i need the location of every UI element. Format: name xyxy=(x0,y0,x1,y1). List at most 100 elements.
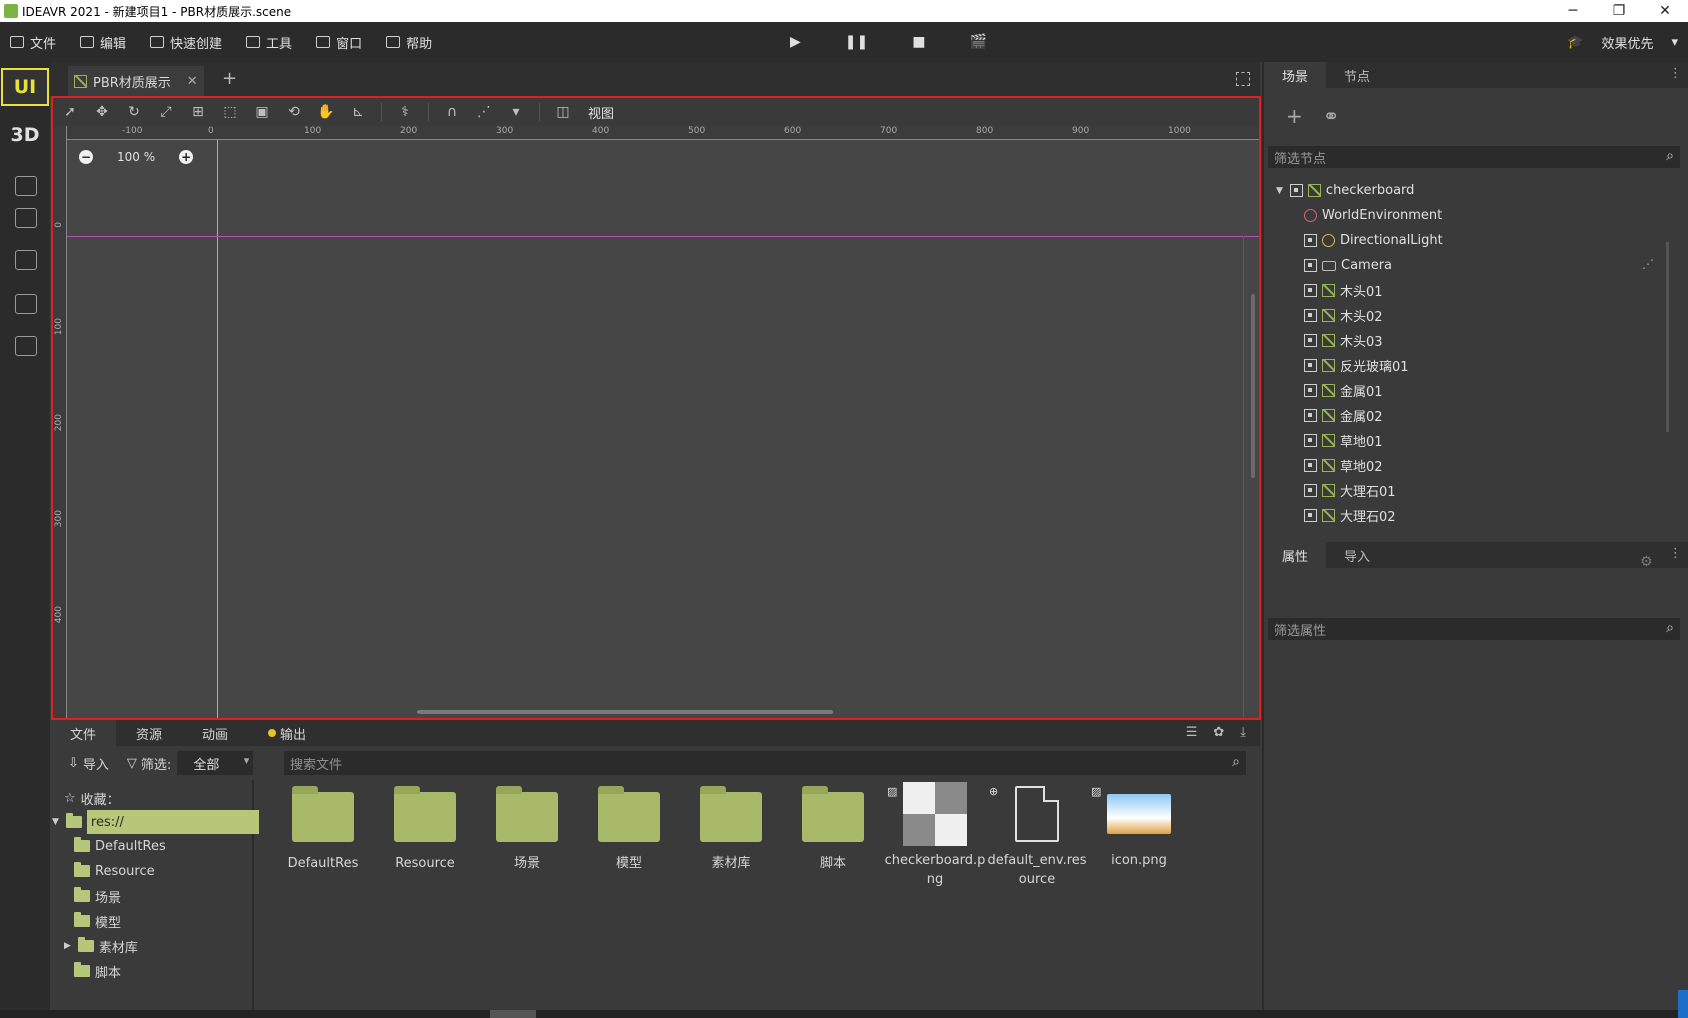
node-filter-input[interactable]: 筛选节点 ⌕ xyxy=(1268,146,1680,168)
visibility-toggle-icon[interactable] xyxy=(1304,409,1317,422)
list-view-icon[interactable]: ☰ xyxy=(1186,725,1198,740)
close-tab-icon[interactable]: ✕ xyxy=(187,74,198,89)
close-window-button[interactable]: ✕ xyxy=(1642,0,1688,22)
tab-output[interactable]: 输出 xyxy=(248,720,326,746)
graduation-cap-icon[interactable]: 🎓 xyxy=(1567,35,1583,50)
search-icon[interactable]: ⌕ xyxy=(1232,754,1240,770)
file-item-folder[interactable]: 场景 xyxy=(477,782,577,873)
file-search-input[interactable]: 搜索文件 ⌕ xyxy=(284,751,1246,775)
visibility-toggle-icon[interactable] xyxy=(1304,309,1317,322)
visibility-toggle-icon[interactable] xyxy=(1304,434,1317,447)
scene-node[interactable]: 金属01 xyxy=(1304,378,1383,403)
ui-mode-button[interactable]: UI xyxy=(1,68,49,106)
tab-import[interactable]: 导入 xyxy=(1326,542,1388,568)
clapperboard-icon[interactable]: 🎬 xyxy=(969,34,986,50)
reset-icon[interactable]: ⟲ xyxy=(285,104,303,120)
tab-node[interactable]: 节点 xyxy=(1326,62,1388,88)
settings-window-icon[interactable] xyxy=(15,250,37,270)
restore-button[interactable]: ❐ xyxy=(1596,0,1642,22)
zoom-in-button[interactable]: + xyxy=(179,150,194,164)
ui-viewport[interactable]: ➚ ✥ ↻ ⤢ ⊞ ⬚ ▣ ⟲ ✋ ⊾ ⚕ ∩ ⋰ ▾ ◫ 视图 -100 0 … xyxy=(51,96,1261,720)
grid-view-icon[interactable]: ✿ xyxy=(1213,725,1224,740)
import-button[interactable]: ⇩ 导入 xyxy=(50,754,109,773)
file-item-resource[interactable]: ⊕ default_env.res ource xyxy=(987,782,1087,889)
export-icon[interactable] xyxy=(15,294,37,314)
scene-node[interactable]: DirectionalLight xyxy=(1304,228,1443,253)
curve-path-icon[interactable] xyxy=(15,176,37,196)
favorites-row[interactable]: ☆ 收藏： xyxy=(64,786,120,810)
visibility-toggle-icon[interactable] xyxy=(1304,234,1317,247)
tab-animation[interactable]: 动画 xyxy=(182,720,248,746)
pause-icon[interactable]: ❚❚ xyxy=(845,34,868,50)
grid-snap-icon[interactable]: ⋰ xyxy=(475,104,493,120)
tree-item[interactable]: Resource xyxy=(74,859,155,883)
tab-scene[interactable]: 场景 xyxy=(1264,62,1327,88)
visibility-toggle-icon[interactable] xyxy=(1304,284,1317,297)
stop-icon[interactable]: ■ xyxy=(912,34,925,50)
menu-edit[interactable]: 编辑 xyxy=(70,22,140,62)
tree-item[interactable]: ▶ 素材库 xyxy=(64,934,138,958)
tree-item[interactable]: 模型 xyxy=(74,909,121,933)
tree-item[interactable]: 脚本 xyxy=(74,959,121,983)
expand-arrow-icon[interactable]: ▶ xyxy=(64,941,71,951)
file-item-folder[interactable]: 模型 xyxy=(579,782,679,873)
visibility-toggle-icon[interactable] xyxy=(1304,384,1317,397)
scene-node[interactable]: 大理石01 xyxy=(1304,478,1396,503)
link-icon[interactable]: ⚭ xyxy=(1323,104,1340,128)
script-attach-icon[interactable]: ⋰ xyxy=(1642,257,1654,271)
tree-item[interactable]: DefaultRes xyxy=(74,834,166,858)
pan-hand-icon[interactable]: ✋ xyxy=(317,104,335,120)
rect-select-icon[interactable]: ⬚ xyxy=(221,104,239,120)
rotate-tool-icon[interactable]: ↻ xyxy=(125,104,143,120)
file-item-folder[interactable]: Resource xyxy=(375,782,475,873)
property-filter-input[interactable]: 筛选属性 ⌕ xyxy=(1268,618,1680,640)
magnet-snap-icon[interactable]: ∩ xyxy=(443,104,461,120)
filter-select[interactable]: 全部 xyxy=(177,751,254,775)
filter-button[interactable]: ▽ 筛选: xyxy=(109,754,171,773)
scene-node[interactable]: 大理石02 xyxy=(1304,503,1396,528)
file-item-folder[interactable]: 素材库 xyxy=(681,782,781,873)
scene-node[interactable]: 反光玻璃01 xyxy=(1304,353,1409,378)
scene-node[interactable]: 草地02 xyxy=(1304,453,1383,478)
store-icon[interactable] xyxy=(15,208,37,228)
move-tool-icon[interactable]: ✥ xyxy=(93,104,111,120)
ruler-icon[interactable]: ⊾ xyxy=(349,104,367,120)
tab-resources[interactable]: 资源 xyxy=(116,720,182,746)
scene-node[interactable]: 木头01 xyxy=(1304,278,1383,303)
visibility-toggle-icon[interactable] xyxy=(1304,259,1317,272)
3d-mode-button[interactable]: 3D xyxy=(1,116,49,154)
play-icon[interactable]: ▶ xyxy=(790,34,801,50)
taskbar-item[interactable] xyxy=(490,1010,536,1018)
tree-item-res-root[interactable]: ▼ res:// xyxy=(52,810,259,834)
align-tool-icon[interactable]: ⊞ xyxy=(189,104,207,120)
camera-preview-icon[interactable]: ◫ xyxy=(554,104,572,120)
menu-help[interactable]: 帮助 xyxy=(376,22,446,62)
scale-tool-icon[interactable]: ⤢ xyxy=(157,104,175,120)
file-item-folder[interactable]: 脚本 xyxy=(783,782,883,873)
quality-dropdown[interactable]: 效果优先 xyxy=(1601,33,1653,52)
minimize-button[interactable]: ─ xyxy=(1550,0,1596,22)
chevron-down-icon[interactable]: ▾ xyxy=(1671,35,1678,50)
tab-pbr-scene[interactable]: PBR材质展示 ✕ xyxy=(68,66,204,96)
panel-menu-icon[interactable]: ⋮ xyxy=(1669,66,1682,81)
file-item-folder[interactable]: DefaultRes xyxy=(273,782,373,873)
panel-menu-icon[interactable]: ⋮ xyxy=(1669,546,1682,561)
scene-node[interactable]: 木头02 xyxy=(1304,303,1383,328)
snap-options-dropdown-icon[interactable]: ▾ xyxy=(507,104,525,120)
add-tab-icon[interactable]: + xyxy=(222,68,237,89)
lock-icon[interactable]: ▣ xyxy=(253,104,271,120)
scene-node[interactable]: 金属02 xyxy=(1304,403,1383,428)
select-tool-icon[interactable]: ➚ xyxy=(61,104,79,120)
scene-node[interactable]: WorldEnvironment xyxy=(1304,203,1442,228)
menu-file[interactable]: 文件 xyxy=(0,22,70,62)
search-icon[interactable]: ⌕ xyxy=(1666,148,1674,164)
search-icon[interactable]: ⌕ xyxy=(1666,620,1674,636)
viewport-vertical-scrollbar[interactable] xyxy=(1251,294,1255,478)
scene-node[interactable]: ▼ checkerboard xyxy=(1276,178,1414,203)
tab-files[interactable]: 文件 xyxy=(50,720,117,746)
zoom-out-button[interactable]: − xyxy=(79,150,93,164)
visibility-toggle-icon[interactable] xyxy=(1304,334,1317,347)
collapse-panel-icon[interactable]: ⤓ xyxy=(1240,725,1246,740)
visibility-toggle-icon[interactable] xyxy=(1304,359,1317,372)
visibility-toggle-icon[interactable] xyxy=(1304,484,1317,497)
